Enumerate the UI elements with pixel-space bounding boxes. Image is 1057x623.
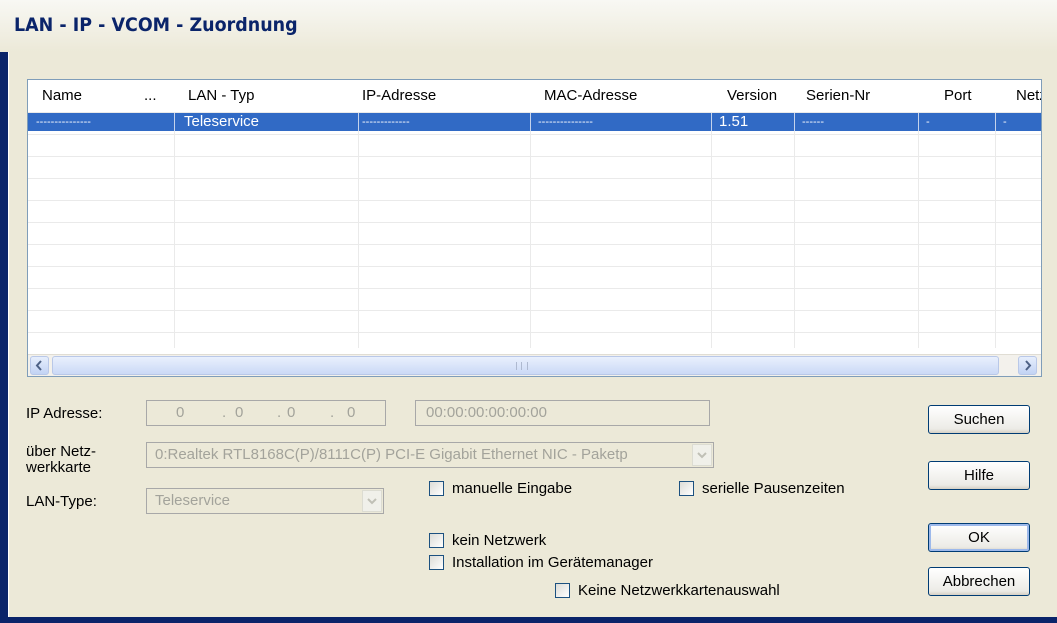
no-nic-select-checkbox[interactable] <box>555 583 570 598</box>
grid-line <box>28 156 1041 157</box>
column-mac-adresse[interactable]: MAC-Adresse <box>530 80 711 112</box>
lan-type-label: LAN-Type: <box>26 493 97 510</box>
grid-line <box>28 288 1041 289</box>
grid-line <box>28 222 1041 223</box>
window-frame-right <box>1049 52 1057 623</box>
ip-address-label: IP Adresse: <box>26 405 103 422</box>
serial-pause-checkbox[interactable] <box>679 481 694 496</box>
window-frame-bottom <box>0 617 1057 623</box>
no-network-checkbox[interactable] <box>429 533 444 548</box>
selection-divider <box>918 113 919 131</box>
dialog-window: LAN - IP - VCOM - Zuordnung Name ... LAN… <box>0 0 1057 623</box>
column-version[interactable]: Version <box>711 80 794 112</box>
grid-line <box>28 200 1041 201</box>
column-more[interactable]: ... <box>136 80 174 112</box>
no-nic-select-label[interactable]: Keine Netzwerkkartenauswahl <box>578 582 780 600</box>
grid-line <box>530 112 531 348</box>
column-port[interactable]: Port <box>918 80 995 112</box>
search-button[interactable]: Suchen <box>928 405 1030 434</box>
grid-line <box>794 112 795 348</box>
scroll-right-button[interactable] <box>1018 356 1037 375</box>
selection-divider <box>530 113 531 131</box>
grid-line <box>28 332 1041 333</box>
grid-line <box>995 112 996 348</box>
grid-line <box>28 134 1041 135</box>
device-list[interactable]: Name ... LAN - Typ IP-Adresse MAC-Adress… <box>27 79 1042 377</box>
column-netz[interactable]: Netz <box>995 80 1041 112</box>
serial-pause-label[interactable]: serielle Pausenzeiten <box>702 480 845 498</box>
chevron-right-icon <box>1025 360 1032 371</box>
lan-type-arrow <box>362 490 382 512</box>
nic-select-arrow <box>692 444 712 466</box>
help-button[interactable]: Hilfe <box>928 461 1030 490</box>
column-lan-typ[interactable]: LAN - Typ <box>174 80 358 112</box>
cell-lan-typ: Teleservice <box>184 113 260 130</box>
nic-label-line2: werkkarte <box>26 459 92 476</box>
grid-line <box>358 112 359 348</box>
nic-select-value: 0:Realtek RTL8168C(P)/8111C(P) PCI-E Gig… <box>155 446 628 463</box>
cell-netz: - <box>1003 116 1007 128</box>
mac-address-field: 00:00:00:00:00:00 <box>415 400 710 426</box>
ip-octet-3: 0 <box>287 404 296 421</box>
manual-entry-checkbox[interactable] <box>429 481 444 496</box>
selection-divider <box>358 113 359 131</box>
grid-line <box>711 112 712 348</box>
cell-serien-nr: ------ <box>802 116 824 128</box>
ip-octet-separator: . <box>222 404 227 421</box>
ip-address-field: 0 . 0 . 0 . 0 <box>146 400 386 426</box>
device-manager-checkbox[interactable] <box>429 555 444 570</box>
cancel-button[interactable]: Abbrechen <box>928 567 1030 596</box>
grid-line <box>28 178 1041 179</box>
nic-select: 0:Realtek RTL8168C(P)/8111C(P) PCI-E Gig… <box>146 442 714 468</box>
chevron-down-icon <box>367 498 377 505</box>
cell-port: - <box>926 116 930 128</box>
manual-entry-label[interactable]: manuelle Eingabe <box>452 480 572 498</box>
selection-divider <box>995 113 996 131</box>
grid-line <box>174 112 175 348</box>
selection-divider <box>174 113 175 131</box>
grid-line <box>918 112 919 348</box>
selection-divider <box>794 113 795 131</box>
no-network-label[interactable]: kein Netzwerk <box>452 532 546 550</box>
chevron-left-icon <box>35 360 42 371</box>
scroll-left-button[interactable] <box>30 356 49 375</box>
lan-type-select: Teleservice <box>146 488 384 514</box>
chevron-down-icon <box>697 452 707 459</box>
cell-name: --------------- <box>36 116 91 128</box>
column-name[interactable]: Name <box>28 80 138 112</box>
device-manager-label[interactable]: Installation im Gerätemanager <box>452 554 653 572</box>
nic-label-line1: über Netz- <box>26 443 97 460</box>
column-ip-adresse[interactable]: IP-Adresse <box>358 80 530 112</box>
ok-button[interactable]: OK <box>928 523 1030 552</box>
column-serien-nr[interactable]: Serien-Nr <box>794 80 918 112</box>
ip-octet-2: 0 <box>235 404 244 421</box>
ip-octet-separator: . <box>277 404 282 421</box>
grid-line <box>28 244 1041 245</box>
lan-type-value: Teleservice <box>155 492 231 509</box>
grid-line <box>28 310 1041 311</box>
cell-ip-adresse: ------------- <box>362 116 410 128</box>
ip-octet-4: 0 <box>347 404 356 421</box>
cell-version: 1.51 <box>719 113 749 130</box>
grid-line <box>28 266 1041 267</box>
title-bar[interactable]: LAN - IP - VCOM - Zuordnung <box>0 0 1057 52</box>
ip-octet-1: 0 <box>176 404 185 421</box>
ip-octet-separator: . <box>330 404 335 421</box>
table-row-selected[interactable]: --------------- Teleservice ------------… <box>28 113 1041 131</box>
window-title: LAN - IP - VCOM - Zuordnung <box>14 14 298 36</box>
horizontal-scrollbar[interactable] <box>28 354 1041 376</box>
selection-divider <box>711 113 712 131</box>
scroll-thumb[interactable] <box>52 356 999 375</box>
list-header: Name ... LAN - Typ IP-Adresse MAC-Adress… <box>28 80 1041 112</box>
scroll-grip-icon <box>516 362 528 370</box>
nic-label: über Netz- werkkarte <box>26 444 96 476</box>
cell-mac-adresse: --------------- <box>538 116 593 128</box>
